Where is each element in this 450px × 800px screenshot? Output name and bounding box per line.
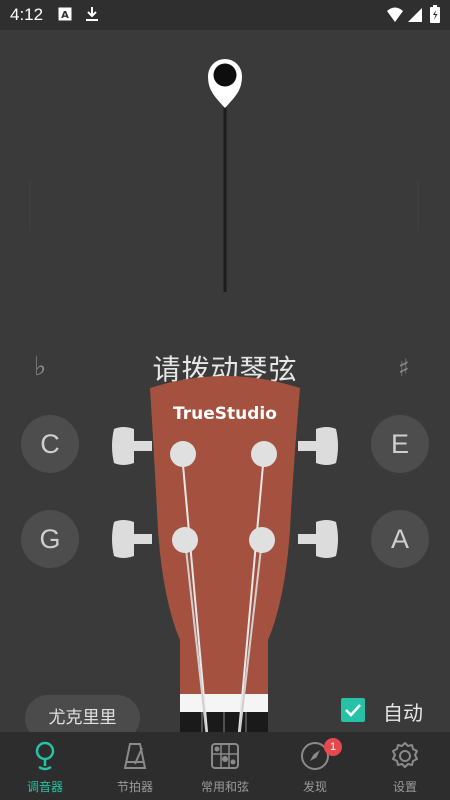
brand-label: TrueStudio — [173, 404, 277, 424]
nav-item-settings[interactable]: 设置 — [360, 732, 450, 800]
chord-grid-icon — [211, 743, 239, 769]
tuner-pin-icon — [35, 741, 55, 771]
ukulele-headstock — [150, 376, 300, 765]
nav-item-chords[interactable]: 常用和弦 — [180, 732, 270, 800]
bottom-nav: 调音器 节拍器 常用和弦 1 发现 设置 — [0, 732, 450, 800]
string-e-button[interactable]: E — [371, 415, 429, 473]
check-icon — [345, 704, 361, 717]
nav-label-discover: 发现 — [302, 780, 327, 794]
nav-item-tuner[interactable]: 调音器 — [0, 732, 90, 800]
wifi-icon — [386, 7, 404, 27]
nav-label-metronome: 节拍器 — [116, 780, 153, 794]
string-a-button[interactable]: A — [371, 510, 429, 568]
auto-label: 自动 — [383, 701, 423, 725]
download-icon — [84, 6, 100, 26]
nav-label-tuner: 调音器 — [26, 780, 63, 794]
metronome-icon — [123, 743, 147, 769]
status-time: 4:12 — [10, 5, 44, 24]
tuner-screen: ♭ 请拨动琴弦 ♯ C G E A TrueStudio 尤克里里 自动 — [0, 30, 450, 765]
nav-item-discover[interactable]: 1 发现 — [270, 732, 360, 800]
string-c-button[interactable]: C — [21, 415, 79, 473]
tuning-meter — [29, 59, 419, 292]
discover-badge: 1 — [324, 738, 342, 756]
string-g-button[interactable]: G — [21, 510, 79, 568]
sharp-symbol: ♯ — [398, 354, 410, 382]
nav-label-chords: 常用和弦 — [200, 780, 249, 794]
gear-icon — [392, 742, 418, 768]
nav-item-metronome[interactable]: 节拍器 — [90, 732, 180, 800]
svg-text:A: A — [61, 10, 69, 21]
auto-mode-toggle[interactable]: 自动 — [341, 698, 441, 725]
signal-icon — [407, 7, 423, 27]
auto-checkbox[interactable] — [341, 698, 365, 722]
nav-label-settings: 设置 — [392, 780, 417, 794]
accessibility-icon: A — [58, 6, 72, 25]
battery-icon — [430, 5, 440, 27]
status-bar: 4:12 A — [0, 0, 450, 30]
